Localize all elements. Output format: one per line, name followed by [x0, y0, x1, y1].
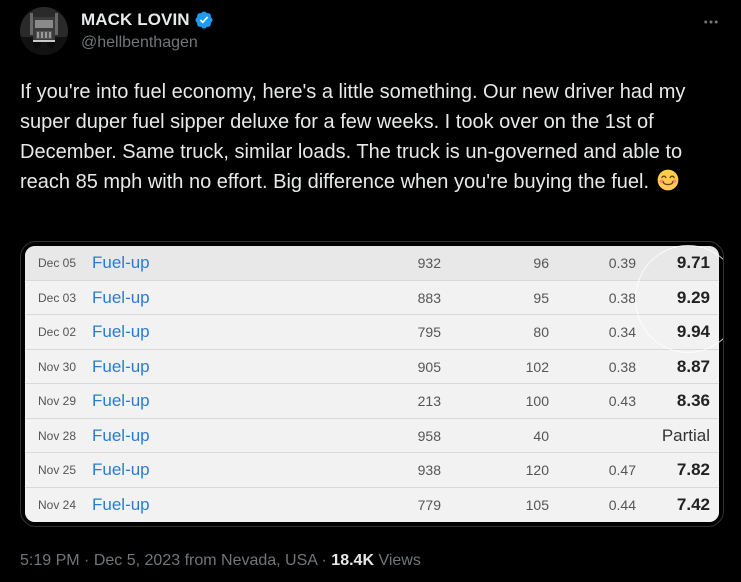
- row-gallons: 40: [533, 427, 549, 444]
- row-mpg: 9.94: [676, 322, 710, 341]
- row-gallons: 100: [525, 393, 549, 409]
- table-row: Dec 03 Fuel-up 883 95 0.38 9.29: [25, 280, 719, 316]
- row-date: Nov 24: [38, 497, 77, 512]
- fuel-log-table: Dec 05 Fuel-up 932 96 0.39 9.71 Dec 03 Fuel-up 8…: [25, 246, 719, 522]
- row-cost-per-mile: 0.34: [608, 324, 636, 340]
- tweet-body: If you're into fuel economy, here's a li…: [20, 81, 686, 193]
- row-gallons: 96: [533, 255, 549, 271]
- table-row: Dec 02 Fuel-up 795 80 0.34 9.94: [25, 315, 719, 350]
- avatar-truck-image: [20, 7, 68, 55]
- fuel-up-link[interactable]: Fuel-up: [92, 419, 150, 454]
- row-miles: 795: [417, 324, 441, 340]
- row-cost-per-mile: 0.44: [608, 496, 636, 513]
- timestamp-date[interactable]: Dec 5, 2023: [94, 552, 180, 569]
- fuel-up-link[interactable]: Fuel-up: [92, 281, 150, 316]
- display-name[interactable]: MACK LOVIN: [81, 10, 190, 30]
- verified-badge-icon[interactable]: [194, 10, 214, 30]
- row-date: Nov 29: [38, 394, 77, 408]
- row-gallons: 102: [525, 358, 549, 375]
- row-mpg: 8.36: [676, 391, 710, 410]
- row-date: Nov 28: [38, 428, 77, 443]
- row-date: Nov 25: [38, 463, 77, 477]
- table-row: Nov 30 Fuel-up 905 102 0.38 8.87: [25, 349, 719, 385]
- row-miles: 905: [417, 358, 441, 375]
- row-miles: 932: [417, 255, 441, 271]
- media-card[interactable]: Dec 05 Fuel-up 932 96 0.39 9.71 Dec 03 Fuel-up 8…: [20, 241, 724, 527]
- row-gallons: 120: [525, 462, 549, 478]
- table-row: Nov 28 Fuel-up 958 40 Partial: [25, 418, 719, 454]
- handle[interactable]: @hellbenthagen: [81, 34, 198, 52]
- timestamp-time[interactable]: 5:19 PM: [20, 552, 80, 569]
- row-date: Dec 02: [38, 325, 77, 339]
- meta-separator: ·: [84, 552, 90, 569]
- table-row: Dec 05 Fuel-up 932 96 0.39 9.71: [25, 246, 719, 281]
- location-text: from Nevada, USA: [184, 552, 318, 569]
- views-label: Views: [378, 552, 421, 569]
- author-name-row[interactable]: MACK LOVIN: [81, 10, 214, 30]
- row-mpg: 7.82: [676, 460, 710, 479]
- row-cost-per-mile: 0.47: [608, 462, 636, 478]
- row-cost-per-mile: 0.39: [608, 255, 636, 271]
- fuel-up-link[interactable]: Fuel-up: [92, 488, 150, 523]
- row-gallons: 95: [533, 289, 549, 306]
- row-mpg: 9.29: [676, 287, 710, 307]
- tweet-meta: 5:19 PM · Dec 5, 2023 from Nevada, USA ·…: [20, 552, 421, 570]
- row-gallons: 105: [525, 496, 549, 513]
- row-date: Nov 30: [38, 359, 77, 374]
- row-mpg: 9.71: [676, 253, 710, 272]
- tweet-text: If you're into fuel economy, here's a li…: [20, 77, 726, 197]
- row-miles: 779: [417, 496, 441, 513]
- row-mpg: Partial: [661, 425, 710, 445]
- row-cost-per-mile: 0.38: [608, 358, 636, 375]
- table-row: Nov 25 Fuel-up 938 120 0.47 7.82: [25, 453, 719, 488]
- table-row: Nov 24 Fuel-up 779 105 0.44 7.42: [25, 487, 719, 523]
- row-cost-per-mile: 0.38: [608, 289, 636, 306]
- views-count[interactable]: 18.4K: [331, 552, 374, 569]
- fuel-up-link[interactable]: Fuel-up: [92, 246, 150, 281]
- fuel-up-link[interactable]: Fuel-up: [92, 384, 150, 419]
- row-mpg: 8.87: [676, 356, 710, 376]
- fuel-up-link[interactable]: Fuel-up: [92, 350, 150, 385]
- row-miles: 938: [417, 462, 441, 478]
- meta-separator-2: ·: [321, 552, 327, 569]
- more-dots-icon[interactable]: [699, 10, 723, 34]
- table-row: Nov 29 Fuel-up 213 100 0.43 8.36: [25, 384, 719, 419]
- row-date: Dec 03: [38, 290, 77, 305]
- row-miles: 883: [417, 289, 441, 306]
- avatar[interactable]: [20, 7, 68, 55]
- row-miles: 958: [417, 427, 441, 444]
- fuel-up-link[interactable]: Fuel-up: [92, 315, 150, 350]
- row-miles: 213: [417, 393, 441, 409]
- fuel-up-link[interactable]: Fuel-up: [92, 453, 150, 488]
- smiling-face-icon: [657, 169, 679, 191]
- row-mpg: 7.42: [676, 494, 710, 514]
- tweet: MACK LOVIN @hellbenthagen If you're into…: [0, 0, 741, 582]
- row-cost-per-mile: 0.43: [608, 393, 636, 409]
- row-date: Dec 05: [38, 256, 77, 270]
- row-gallons: 80: [533, 324, 549, 340]
